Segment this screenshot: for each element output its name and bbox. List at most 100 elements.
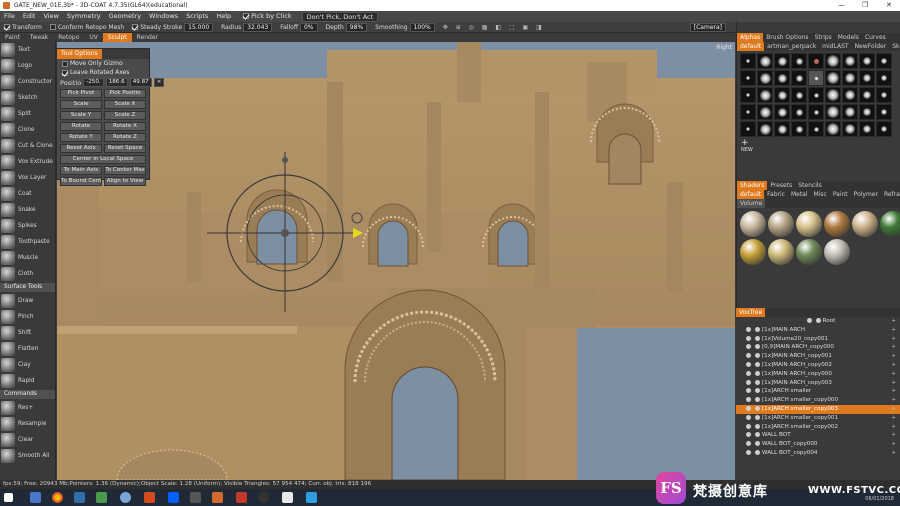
tab-presets[interactable]: Presets (767, 181, 795, 190)
ghost-icon[interactable] (755, 361, 760, 367)
tool-smooth-all[interactable]: Smooth All (0, 448, 55, 464)
move-only-gizmo-option[interactable]: Move Only Gizmo (57, 59, 149, 68)
voxtree-row[interactable]: [1x]MAIN ARCH_copy000 + (736, 370, 900, 379)
tab-skin[interactable]: Skin (889, 42, 900, 51)
close-button[interactable]: ✕ (886, 1, 892, 9)
shader-ball[interactable] (796, 211, 822, 237)
brush-alpha-thumbnail[interactable] (791, 70, 807, 86)
voxtree-row[interactable]: WALL BOT + (736, 431, 900, 440)
app-icon-6[interactable] (258, 492, 269, 503)
ghost-icon[interactable] (755, 441, 760, 447)
falloff-field[interactable]: 0% (299, 22, 318, 32)
pick-by-click-toggle[interactable]: Pick by Click (239, 11, 296, 22)
shader-ball[interactable] (768, 239, 794, 265)
tool-rapid[interactable]: Rapid (0, 373, 55, 389)
voxtree-row[interactable]: [1x]ARCH smaller_copy002 + (736, 423, 900, 432)
brush-alpha-thumbnail[interactable] (876, 104, 892, 120)
expand-icon[interactable]: + (891, 352, 896, 361)
move-only-gizmo-checkbox[interactable] (62, 60, 68, 67)
tab-shaders[interactable]: Shaders (737, 181, 768, 190)
tool-sketch[interactable]: Sketch (0, 90, 55, 106)
position-x-field[interactable]: -250. (83, 78, 104, 87)
brush-alpha-thumbnail[interactable] (774, 87, 790, 103)
app-icon-7[interactable] (282, 492, 293, 503)
tool-constructor[interactable]: Constructor (0, 74, 55, 90)
app-icon-2[interactable] (96, 492, 107, 503)
start-icon[interactable] (4, 493, 13, 502)
tool-shift[interactable]: Shift (0, 325, 55, 341)
voxtree-row[interactable]: [1x]ARCH smaller + (736, 387, 900, 396)
tool-muscle[interactable]: Muscle (0, 250, 55, 266)
to-main-axis-button[interactable]: To Main Axis (60, 166, 102, 175)
position-y-field[interactable]: 186.6 (105, 78, 128, 87)
voxtree-row[interactable]: [0,9]MAIN ARCH_copy000 + (736, 343, 900, 352)
expand-icon[interactable]: + (891, 326, 896, 335)
shader-ball[interactable] (768, 211, 794, 237)
brush-alpha-thumbnail[interactable] (876, 121, 892, 137)
menu-symmetry[interactable]: Symmetry (63, 11, 105, 22)
visibility-icon[interactable] (746, 388, 751, 394)
visibility-icon[interactable] (746, 449, 751, 455)
smoothing-field[interactable]: 100% (409, 22, 435, 32)
menu-view[interactable]: View (39, 11, 62, 22)
room-uv[interactable]: UV (84, 33, 103, 42)
position-clear-icon[interactable]: × (153, 78, 165, 87)
brush-alpha-thumbnail[interactable] (757, 87, 773, 103)
visibility-icon[interactable] (746, 326, 751, 332)
brush-alpha-thumbnail[interactable] (808, 87, 824, 103)
leave-rotated-axes-option[interactable]: Leave Rotated Axes (57, 68, 149, 77)
visibility-icon[interactable] (746, 379, 751, 385)
expand-icon[interactable]: + (891, 387, 896, 396)
visibility-icon[interactable] (746, 353, 751, 359)
shader-ball[interactable] (824, 239, 850, 265)
depth-control[interactable]: Depth 98% (322, 22, 372, 33)
camera-dropdown[interactable]: [Camera] (684, 22, 730, 33)
dropbox-icon[interactable] (168, 492, 179, 503)
tool-clone[interactable]: Clone (0, 122, 55, 138)
falloff-control[interactable]: Falloff 0% (276, 22, 321, 33)
tool-spikes[interactable]: Spikes (0, 218, 55, 234)
smoothing-control[interactable]: Smoothing 100% (371, 22, 439, 33)
position-z-field[interactable]: 49.87 (129, 78, 152, 87)
tool-snake[interactable]: Snake (0, 202, 55, 218)
shader-sub-volume[interactable]: Volume (737, 199, 766, 208)
tab-fabric[interactable]: Fabric (764, 190, 788, 199)
brush-alpha-thumbnail[interactable] (791, 87, 807, 103)
align-to-view-button[interactable]: Align to View (104, 177, 146, 186)
visibility-icon[interactable] (746, 441, 751, 447)
expand-icon[interactable]: + (891, 405, 896, 414)
transform-button[interactable]: Transform (0, 22, 46, 33)
rotate-z-button[interactable]: Rotate Z (104, 133, 146, 142)
tab-midlast[interactable]: midLAST (819, 42, 851, 51)
center-in-local-space-button[interactable]: Center in Local Space (60, 155, 146, 164)
shader-ball[interactable] (880, 211, 900, 237)
menu-windows[interactable]: Windows (145, 11, 182, 22)
tool-res[interactable]: Res+ (0, 400, 55, 416)
3dcoat-icon[interactable] (212, 492, 223, 503)
brush-alpha-thumbnail[interactable] (842, 87, 858, 103)
visibility-icon[interactable] (746, 414, 751, 420)
visibility-icon[interactable] (746, 344, 751, 350)
visibility-icon[interactable] (746, 423, 751, 429)
brush-alpha-thumbnail[interactable] (740, 87, 756, 103)
ghost-icon[interactable] (755, 397, 760, 403)
ghost-icon[interactable] (755, 405, 760, 411)
tab-newfolder[interactable]: NewFolder (852, 42, 890, 51)
brush-alpha-thumbnail[interactable] (825, 87, 841, 103)
shader-ball[interactable] (740, 239, 766, 265)
brush-alpha-thumbnail[interactable] (757, 104, 773, 120)
rotate-button[interactable]: Rotate (60, 122, 102, 131)
expand-icon[interactable]: + (891, 449, 896, 458)
tab-default[interactable]: default (737, 190, 765, 199)
transform-checkbox[interactable] (4, 24, 10, 30)
conform-checkbox[interactable] (49, 24, 56, 30)
tool-clear[interactable]: Clear (0, 432, 55, 448)
tab-models[interactable]: Models (835, 33, 862, 42)
reset-axis-button[interactable]: Reset Axis (60, 144, 102, 153)
pick-pivot-button[interactable]: Pick Pivot (60, 89, 102, 98)
ghost-icon[interactable] (755, 370, 760, 376)
voxtree-row[interactable]: [1x]MAIN ARCH_copy001 + (736, 352, 900, 361)
brush-alpha-thumbnail[interactable] (808, 53, 824, 69)
tab-paint[interactable]: Paint (830, 190, 851, 199)
room-sculpt[interactable]: Sculpt (102, 33, 132, 42)
